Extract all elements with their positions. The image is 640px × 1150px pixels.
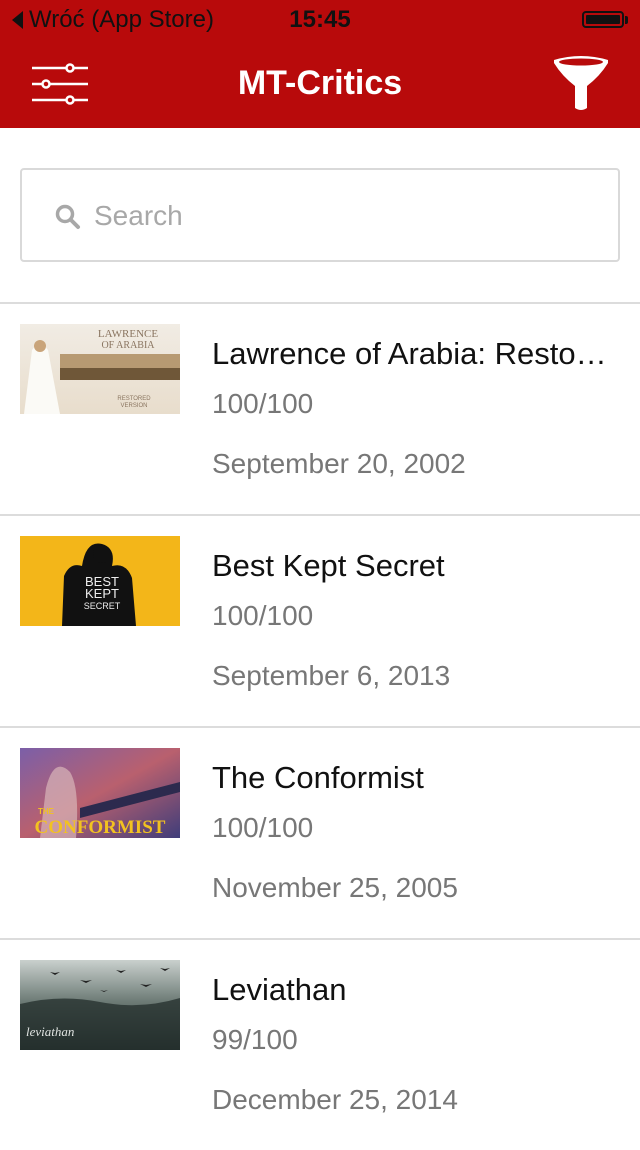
poster-title-line: THE xyxy=(38,807,55,816)
movie-title: Best Kept Secret xyxy=(212,548,445,583)
movie-list: LAWRENCE OF ARABIA RESTORED VERSION Lawr… xyxy=(0,302,640,1150)
battery-icon xyxy=(582,11,628,28)
movie-row[interactable]: THE CONFORMIST The Conformist 100/100 No… xyxy=(0,726,640,938)
poster-title-line: OF ARABIA xyxy=(101,340,155,351)
movie-poster: THE CONFORMIST xyxy=(20,748,180,838)
movie-poster: BEST KEPT SECRET xyxy=(20,536,180,626)
poster-title-line: RESTORED xyxy=(117,396,151,402)
poster-title-line: KEPT xyxy=(85,586,119,601)
filter-button[interactable] xyxy=(550,54,612,114)
poster-title-line: leviathan xyxy=(26,1024,74,1039)
page-title: MT-Critics xyxy=(237,64,403,102)
filter-funnel-icon xyxy=(554,56,608,110)
poster-title-line: CONFORMIST xyxy=(35,817,166,838)
movie-date: September 6, 2013 xyxy=(212,660,451,691)
movie-row[interactable]: leviathan Leviathan 99/100 December 25, … xyxy=(0,938,640,1150)
poster-title-line: LAWRENCE xyxy=(98,328,159,340)
movie-date: November 25, 2005 xyxy=(212,872,458,903)
movie-score: 99/100 xyxy=(212,1024,298,1055)
search-icon xyxy=(55,204,80,229)
movie-poster: LAWRENCE OF ARABIA RESTORED VERSION xyxy=(20,324,180,414)
movie-row[interactable]: BEST KEPT SECRET Best Kept Secret 100/10… xyxy=(0,514,640,726)
movie-date: December 25, 2014 xyxy=(212,1084,458,1115)
status-bar: Wróć (App Store) 15:45 xyxy=(0,0,640,40)
search-input[interactable] xyxy=(92,192,596,240)
movie-score: 100/100 xyxy=(212,388,314,419)
movie-poster: leviathan xyxy=(20,960,180,1050)
status-time: 15:45 xyxy=(289,6,351,33)
movie-row[interactable]: LAWRENCE OF ARABIA RESTORED VERSION Lawr… xyxy=(0,302,640,514)
movie-score: 100/100 xyxy=(212,600,314,631)
poster-title-line: VERSION xyxy=(120,403,147,409)
search-box xyxy=(20,168,620,262)
movie-title: The Conformist xyxy=(212,760,424,795)
movie-title: Leviathan xyxy=(212,972,347,1007)
movie-score: 100/100 xyxy=(212,812,314,843)
nav-bar: MT-Critics xyxy=(0,40,640,128)
movie-date: September 20, 2002 xyxy=(212,448,466,479)
poster-title-line: SECRET xyxy=(84,601,121,611)
movie-title: Lawrence of Arabia: Restored Version xyxy=(212,336,612,371)
